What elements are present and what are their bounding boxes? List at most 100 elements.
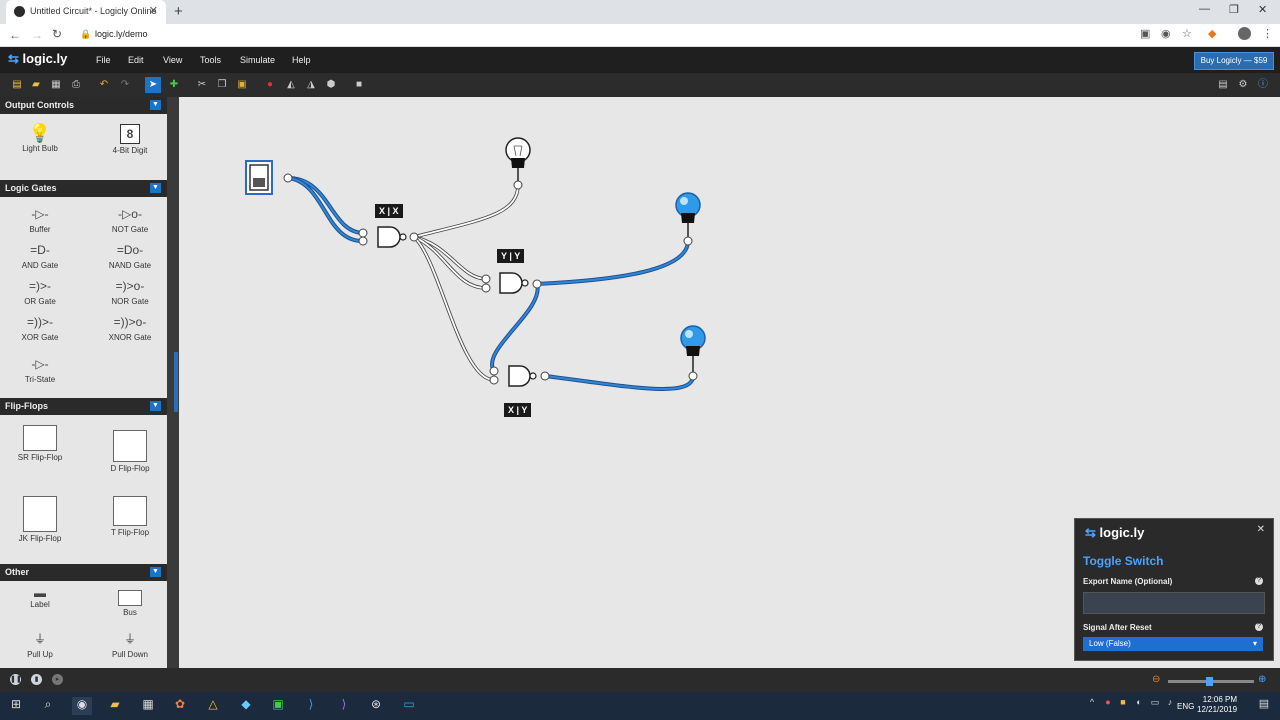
- browser-menu-icon[interactable]: ⋮: [1262, 27, 1273, 40]
- export-name-input[interactable]: [1083, 592, 1265, 614]
- section-output-controls[interactable]: Output Controls ▼: [0, 97, 167, 114]
- menu-help[interactable]: Help: [292, 55, 311, 65]
- palette-sr-flip-flop[interactable]: SR Flip-Flop: [0, 425, 80, 462]
- cut-icon[interactable]: ✂: [194, 77, 210, 93]
- paste-icon[interactable]: ▣: [234, 77, 250, 93]
- extension-icon[interactable]: ◉: [1161, 27, 1171, 40]
- palette-not-gate[interactable]: -▷o- NOT Gate: [90, 205, 170, 234]
- save-icon[interactable]: ▦: [48, 77, 64, 93]
- chevron-down-icon[interactable]: ▼: [150, 183, 161, 193]
- palette-and-gate[interactable]: =D- AND Gate: [0, 241, 80, 270]
- app-icon[interactable]: △: [203, 697, 223, 715]
- address-bar[interactable]: 🔒 logic.ly/demo: [78, 27, 1128, 43]
- palette-nor-gate[interactable]: =)>o- NOR Gate: [90, 277, 170, 306]
- palette-xor-gate[interactable]: =))>- XOR Gate: [0, 313, 80, 342]
- file-explorer-icon[interactable]: ▰: [105, 697, 125, 715]
- palette-tri-state[interactable]: -▷- Tri-State: [0, 355, 80, 384]
- bookmark-star-icon[interactable]: ☆: [1182, 27, 1192, 40]
- splitter-grip[interactable]: [174, 352, 178, 412]
- palette-jk-flip-flop[interactable]: JK Flip-Flop: [0, 496, 80, 543]
- palette-d-flip-flop[interactable]: D Flip-Flop: [90, 430, 170, 473]
- redo-icon[interactable]: ↷: [117, 77, 133, 93]
- notifications-icon[interactable]: ▤: [1254, 697, 1274, 715]
- flip-vertical-icon[interactable]: ◮: [303, 77, 319, 93]
- palette-bus[interactable]: Bus: [90, 590, 170, 617]
- light-bulb-off[interactable]: [505, 137, 531, 190]
- calculator-icon[interactable]: ▦: [138, 697, 158, 715]
- gate-label[interactable]: Y | Y: [497, 249, 525, 263]
- browser-tab[interactable]: Untitled Circuit* - Logicly Online ✕: [6, 0, 166, 24]
- zoom-slider-thumb[interactable]: [1206, 677, 1213, 686]
- integrated-circuit-icon[interactable]: ■: [351, 77, 367, 93]
- help-icon[interactable]: ?: [1255, 623, 1263, 631]
- flip-horizontal-icon[interactable]: ◭: [283, 77, 299, 93]
- tab-close-icon[interactable]: ✕: [149, 4, 158, 17]
- sidebar-splitter[interactable]: [167, 97, 179, 668]
- nand-gate-2[interactable]: [481, 272, 542, 294]
- palette-pull-down[interactable]: ⏚ Pull Down: [90, 630, 170, 659]
- chevron-down-icon[interactable]: ▼: [150, 100, 161, 110]
- palette-4-bit-digit[interactable]: 8 4-Bit Digit: [90, 124, 170, 155]
- light-bulb-on[interactable]: [675, 192, 701, 246]
- play-icon[interactable]: ❚❚: [10, 674, 22, 685]
- vscode-icon[interactable]: ⟩: [301, 697, 321, 715]
- profile-avatar[interactable]: [1238, 27, 1251, 40]
- delete-icon[interactable]: ●: [262, 77, 278, 93]
- chevron-down-icon[interactable]: ▼: [150, 401, 161, 411]
- language-indicator[interactable]: ENG: [1177, 702, 1194, 711]
- new-tab-button[interactable]: +: [174, 3, 183, 20]
- help-icon[interactable]: ?: [1255, 577, 1263, 585]
- app-icon[interactable]: ▣: [268, 697, 288, 715]
- menu-view[interactable]: View: [163, 55, 182, 65]
- rotate-icon[interactable]: ⬢: [323, 77, 339, 93]
- step-icon[interactable]: ▮: [31, 674, 42, 685]
- app-icon[interactable]: ⊛: [366, 697, 386, 715]
- palette-light-bulb[interactable]: 💡 Light Bulb: [0, 124, 80, 153]
- app-icon[interactable]: ▭: [399, 697, 419, 715]
- copy-icon[interactable]: ❐: [214, 77, 230, 93]
- nand-gate-3[interactable]: [489, 365, 550, 387]
- step-forward-icon[interactable]: ▸: [52, 674, 63, 685]
- section-logic-gates[interactable]: Logic Gates ▼: [0, 180, 167, 197]
- restore-button[interactable]: ❐: [1229, 3, 1239, 16]
- gate-label[interactable]: X | Y: [504, 403, 532, 417]
- section-other[interactable]: Other ▼: [0, 564, 167, 581]
- menu-simulate[interactable]: Simulate: [240, 55, 275, 65]
- chevron-down-icon[interactable]: ▼: [150, 567, 161, 577]
- info-icon[interactable]: ⓘ: [1255, 77, 1271, 93]
- menu-edit[interactable]: Edit: [128, 55, 144, 65]
- menu-tools[interactable]: Tools: [200, 55, 221, 65]
- palette-buffer[interactable]: -▷- Buffer: [0, 205, 80, 234]
- palette-or-gate[interactable]: =)>- OR Gate: [0, 277, 80, 306]
- palette-pull-up[interactable]: ⏚ Pull Up: [0, 630, 80, 659]
- nand-gate-1[interactable]: [358, 226, 419, 248]
- window-close-button[interactable]: ✕: [1258, 3, 1267, 16]
- chrome-icon[interactable]: ◉: [72, 697, 92, 715]
- section-flip-flops[interactable]: Flip-Flops ▼: [0, 398, 167, 415]
- buy-button[interactable]: Buy Logicly — $59: [1194, 52, 1274, 70]
- palette-nand-gate[interactable]: =Do- NAND Gate: [90, 241, 170, 270]
- print-icon[interactable]: ⎙: [68, 77, 84, 93]
- minimize-button[interactable]: —: [1199, 3, 1210, 15]
- select-tool-icon[interactable]: ➤: [145, 77, 161, 93]
- toggle-switch[interactable]: [245, 160, 293, 195]
- zoom-out-icon[interactable]: ⊖: [1152, 674, 1160, 685]
- light-bulb-on[interactable]: [680, 325, 706, 381]
- cast-icon[interactable]: ▣: [1140, 27, 1150, 40]
- palette-label-item[interactable]: ▬ Label: [0, 587, 80, 609]
- app-icon[interactable]: ◆: [236, 697, 256, 715]
- system-clock[interactable]: 12:06 PM 12/21/2019: [1197, 695, 1237, 715]
- signal-after-reset-select[interactable]: Low (False) ▾: [1083, 637, 1263, 651]
- app-icon[interactable]: ✿: [170, 697, 190, 715]
- palette-t-flip-flop[interactable]: T Flip-Flop: [90, 496, 170, 537]
- visual-studio-icon[interactable]: ⟩: [334, 697, 354, 715]
- document-icon[interactable]: ▤: [1215, 77, 1231, 93]
- undo-icon[interactable]: ↶: [96, 77, 112, 93]
- zoom-in-icon[interactable]: ⊕: [1258, 674, 1266, 685]
- menu-file[interactable]: File: [96, 55, 111, 65]
- search-icon[interactable]: ⌕: [38, 697, 58, 715]
- new-file-icon[interactable]: ▤: [9, 77, 25, 93]
- panel-close-icon[interactable]: ✕: [1257, 524, 1265, 535]
- settings-gear-icon[interactable]: ⚙: [1235, 77, 1251, 93]
- gate-label[interactable]: X | X: [375, 204, 403, 218]
